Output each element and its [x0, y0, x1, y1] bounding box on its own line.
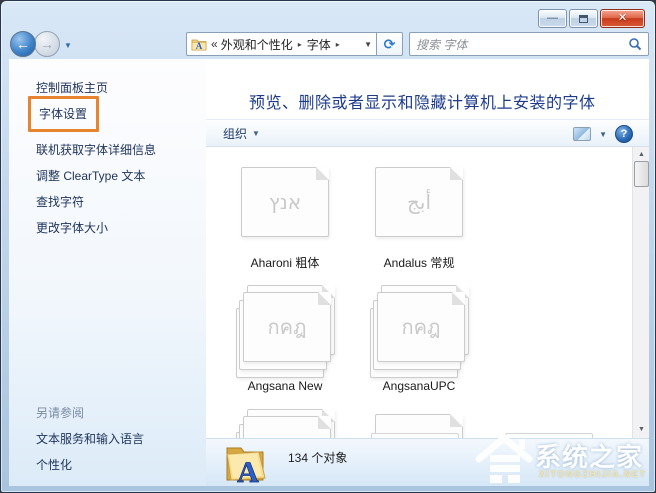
search-placeholder: 搜索 字体	[416, 37, 468, 52]
sidebar-item-personalization[interactable]: 个性化	[36, 456, 72, 473]
font-name: Aharoni 粗体	[250, 256, 320, 270]
breadcrumb-separator-icon[interactable]: ▸	[336, 40, 340, 49]
font-file-icon: אנץ	[241, 167, 329, 237]
sidebar-item-change-font-size[interactable]: 更改字体大小	[36, 219, 108, 236]
breadcrumb-separator-icon[interactable]: ▸	[298, 40, 302, 49]
sidebar-item-online-font-info[interactable]: 联机获取字体详细信息	[36, 141, 156, 158]
task-pane: 控制面板主页 字体设置 联机获取字体详细信息 调整 ClearType 文本 查…	[9, 59, 206, 486]
font-grid: אנץ Aharoni 粗体 أبج Andalus 常规 กคฎ Angsan…	[218, 155, 618, 438]
highlight-box: 字体设置	[28, 96, 100, 132]
back-button[interactable]: ←	[10, 31, 36, 57]
organize-menu-button[interactable]: 组织 ▼	[223, 125, 260, 142]
organize-label: 组织	[223, 126, 248, 141]
chevron-down-icon: ▼	[252, 128, 260, 138]
breadcrumb-item-appearance[interactable]: 外观和个性化	[221, 36, 293, 53]
watermark-subtitle: XITONGZHIJIA.NET	[539, 469, 647, 479]
font-name: AngsanaUPC	[382, 379, 456, 394]
views-dropdown-icon[interactable]: ▼	[599, 130, 607, 139]
breadcrumb-collapse-chevrons[interactable]: «	[211, 37, 218, 51]
vertical-scrollbar[interactable]: ▲ ▼	[632, 147, 649, 438]
svg-text:A: A	[237, 456, 259, 486]
fonts-control-panel-window: — ✕ ← → ▼ A « 外观和个性化 ▸ 字体 ▸ ▼ ⟳ 搜索 字体 控制…	[0, 0, 656, 493]
views-icon[interactable]	[573, 127, 592, 141]
sidebar-item-control-panel-home[interactable]: 控制面板主页	[36, 79, 108, 96]
minimize-button[interactable]: —	[538, 9, 567, 28]
search-icon[interactable]	[628, 37, 642, 51]
fonts-folder-icon: A	[226, 447, 266, 486]
font-tile[interactable]: กคฎ AngsanaUPC	[356, 278, 482, 395]
heading-area: 预览、删除或者显示和隐藏计算机上安装的字体	[206, 59, 649, 119]
font-name: Andalus 常规	[383, 256, 455, 270]
recent-pages-dropdown-icon[interactable]: ▼	[64, 41, 72, 50]
title-bar[interactable]: — ✕	[1, 1, 655, 31]
font-name: Angsana New	[247, 379, 323, 394]
font-list: אנץ Aharoni 粗体 أبج Andalus 常规 กคฎ Angsan…	[206, 147, 649, 438]
watermark: 系统之家 XITONGZHIJIA.NET	[473, 429, 651, 485]
content-pane: 预览、删除或者显示和隐藏计算机上安装的字体 组织 ▼ ▼ ? אנץ Aharo…	[206, 59, 649, 486]
refresh-button[interactable]: ⟳	[376, 32, 403, 56]
address-row: ← → ▼ A « 外观和个性化 ▸ 字体 ▸ ▼ ⟳ 搜索 字体	[1, 30, 655, 58]
font-tile[interactable]: अबक Aparajita	[222, 402, 348, 438]
see-also-header: 另请参阅	[36, 406, 85, 420]
search-input[interactable]: 搜索 字体	[409, 32, 649, 56]
command-toolbar: 组织 ▼ ▼ ?	[206, 119, 649, 147]
svg-text:A: A	[196, 41, 203, 51]
restore-icon	[579, 15, 588, 23]
item-count: 134 个对象	[288, 451, 348, 465]
address-dropdown-icon[interactable]: ▼	[364, 40, 372, 49]
house-logo-icon	[475, 433, 533, 483]
font-tile[interactable]: กคฎ Angsana New	[222, 278, 348, 395]
font-tile[interactable]: אנץ Aharoni 粗体	[222, 155, 348, 272]
window-frame-bottom	[1, 484, 655, 492]
close-button[interactable]: ✕	[600, 9, 645, 28]
sidebar-item-text-services[interactable]: 文本服务和输入语言	[36, 430, 144, 447]
fonts-folder-mini-icon: A	[191, 39, 207, 51]
breadcrumb[interactable]: A « 外观和个性化 ▸ 字体 ▸ ▼	[186, 32, 376, 56]
breadcrumb-item-fonts[interactable]: 字体	[307, 36, 331, 53]
sidebar-item-adjust-cleartype[interactable]: 调整 ClearType 文本	[36, 167, 145, 184]
font-tile[interactable]: أبج Andalus 常规	[356, 155, 482, 272]
forward-button[interactable]: →	[34, 31, 60, 57]
sidebar-item-font-settings[interactable]: 字体设置	[39, 105, 87, 122]
help-button[interactable]: ?	[615, 125, 633, 143]
sidebar-item-find-character[interactable]: 查找字符	[36, 193, 84, 210]
client-area: 控制面板主页 字体设置 联机获取字体详细信息 调整 ClearType 文本 查…	[9, 59, 649, 486]
font-file-icon: أبج	[375, 167, 463, 237]
scrollbar-thumb[interactable]	[634, 161, 649, 187]
page-title: 预览、删除或者显示和隐藏计算机上安装的字体	[249, 95, 596, 112]
restore-button[interactable]	[569, 9, 598, 28]
